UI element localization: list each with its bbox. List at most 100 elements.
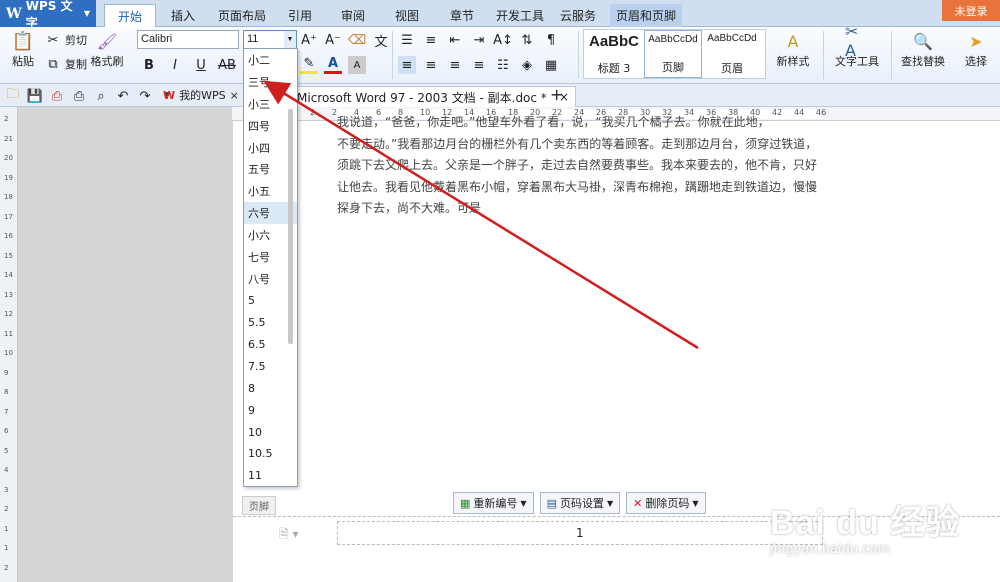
dropdown-scrollbar[interactable] xyxy=(288,109,293,344)
document-tab[interactable]: Microsoft Word 97 - 2003 文档 - 副本.doc * × xyxy=(290,86,576,107)
font-size-dropdown[interactable]: 小二 三号 小三 四号 小四 五号 小五 六号 小六 七号 八号 5 5.5 6.5 7.5 8 9 10 10.5… xyxy=(243,48,298,487)
print-icon[interactable]: ⎙ xyxy=(70,87,88,105)
ruler-mark: 19 xyxy=(4,173,13,182)
font-size-option[interactable]: 9 xyxy=(244,399,297,421)
tab-header-footer[interactable]: 页眉和页脚 xyxy=(610,4,682,27)
list-group: ☰ ≡ ⇤ ⇥ A↕ ⇅ ¶ xyxy=(398,31,560,49)
font-name-select[interactable]: Calibri xyxy=(137,30,239,49)
align-group: ≡ ≡ ≡ ≡ ☷ ◈ ▦ xyxy=(398,56,560,74)
close-icon[interactable]: × xyxy=(230,89,239,102)
numbered-list-icon[interactable]: ≡ xyxy=(422,31,440,49)
my-wps-label: 我的WPS xyxy=(179,89,226,102)
undo-icon[interactable]: ↶ xyxy=(114,87,132,105)
font-color-icon[interactable]: A xyxy=(324,56,342,74)
renumber-label: 重新编号 xyxy=(473,497,518,510)
ruler-mark: 1 xyxy=(4,544,9,552)
highlight-group: ✎ A A xyxy=(300,56,366,74)
strikethrough-icon[interactable]: AB xyxy=(218,56,236,74)
divider xyxy=(891,31,892,79)
format-painter-button[interactable]: 🖌 格式刷 xyxy=(90,29,124,69)
renumber-button[interactable]: ▦ 重新编号 ▼ xyxy=(453,492,534,514)
char-shading-icon[interactable]: A xyxy=(348,56,366,74)
font-size-option[interactable]: 10.5 xyxy=(244,443,297,465)
ruler-mark: 17 xyxy=(4,212,13,221)
outdent-icon[interactable]: ⇤ xyxy=(446,31,464,49)
style-header[interactable]: AaBbCcDd 页眉 xyxy=(702,30,762,78)
page-setup-button[interactable]: ▤ 页码设置 ▼ xyxy=(539,492,621,514)
find-replace-button[interactable]: 🔍 查找替换 xyxy=(897,29,949,69)
copy-button[interactable]: ⧉ 复制 xyxy=(44,55,87,73)
tab-insert[interactable]: 插入 xyxy=(161,4,205,27)
highlight-icon[interactable]: ✎ xyxy=(300,56,318,74)
italic-icon[interactable]: I xyxy=(166,56,184,74)
login-button[interactable]: 未登录 xyxy=(942,0,1000,21)
clear-format-icon[interactable]: ⌫ xyxy=(348,31,366,49)
align-left-icon[interactable]: ≡ xyxy=(398,56,416,74)
my-wps-tab[interactable]: W 我的WPS × xyxy=(163,87,239,103)
shading-icon[interactable]: ◈ xyxy=(518,56,536,74)
vertical-ruler: 2 21 20 19 18 17 16 15 14 13 12 11 10 9 8 7 6 5 4 3 2 1 1 2 xyxy=(0,107,18,582)
delete-page-number-button[interactable]: ✕ 删除页码 ▼ xyxy=(626,492,706,514)
text-direction-icon[interactable]: A↕ xyxy=(493,31,513,49)
tab-references[interactable]: 引用 xyxy=(278,4,322,27)
export-pdf-icon[interactable]: ⎙ xyxy=(48,87,66,105)
phonetic-icon[interactable]: 文 xyxy=(372,31,390,50)
page-number-box[interactable]: 1 xyxy=(337,521,823,545)
select-button[interactable]: ➤ 选择 xyxy=(956,29,996,69)
tab-page-layout[interactable]: 页面布局 xyxy=(211,4,273,27)
tab-home[interactable]: 开始 xyxy=(104,4,156,28)
open-folder-icon[interactable]: 🗀 xyxy=(4,87,22,105)
font-size-option[interactable]: 三号 xyxy=(244,71,297,93)
app-menu-button[interactable]: W WPS 文字 ▼ xyxy=(0,0,96,30)
font-size-option[interactable]: 7.5 xyxy=(244,355,297,377)
show-marks-icon[interactable]: ¶ xyxy=(542,31,560,49)
indent-icon[interactable]: ⇥ xyxy=(470,31,488,49)
style-name: 页脚 xyxy=(662,61,684,74)
ruler-mark: 20 xyxy=(4,154,13,162)
justify-icon[interactable]: ≡ xyxy=(470,56,488,74)
tab-cloud[interactable]: 云服务 xyxy=(556,4,600,27)
chevron-down-icon: ▼ xyxy=(606,498,614,508)
text-line: 让他去。我看见他戴着黑布小帽，穿着黑布大马褂，深青布棉袍，蹒跚地走到铁道边，慢慢 xyxy=(337,179,818,194)
ruler-mark: 12 xyxy=(4,310,13,318)
page-setup-icon: ▤ xyxy=(546,496,557,510)
paste-button[interactable]: 📋 粘贴 xyxy=(6,29,40,69)
print-preview-icon[interactable]: ⌕ xyxy=(92,87,110,105)
wps-logo-icon: W xyxy=(163,88,176,102)
font-size-option[interactable]: 小二 xyxy=(244,49,297,71)
tab-developer[interactable]: 开发工具 xyxy=(492,4,548,27)
underline-icon[interactable]: U xyxy=(192,56,210,74)
font-size-option[interactable]: 10 xyxy=(244,421,297,443)
new-style-button[interactable]: A 新样式 xyxy=(768,29,818,69)
font-size-option[interactable]: 8 xyxy=(244,377,297,399)
bold-icon[interactable]: B xyxy=(140,56,158,74)
tab-view[interactable]: 视图 xyxy=(385,4,429,27)
style-name: 页眉 xyxy=(721,62,743,75)
bullet-list-icon[interactable]: ☰ xyxy=(398,31,416,49)
style-footer[interactable]: AaBbCcDd 页脚 xyxy=(644,30,702,78)
grow-font-icon[interactable]: A⁺ xyxy=(300,31,318,49)
tab-chapter[interactable]: 章节 xyxy=(440,4,484,27)
document-icon[interactable]: 🗎 ▾ xyxy=(279,525,299,546)
font-size-option[interactable]: 11 xyxy=(244,465,297,486)
new-tab-icon[interactable]: + xyxy=(550,85,563,104)
font-size-select[interactable]: 11 ▼ xyxy=(243,30,297,49)
ruler-mark: 3 xyxy=(4,485,9,494)
text-tool-button[interactable]: ✂A 文字工具 xyxy=(828,22,886,69)
distribute-icon[interactable]: ☷ xyxy=(494,56,512,74)
borders-icon[interactable]: ▦ xyxy=(542,56,560,74)
style-heading3[interactable]: AaBbC 标题 3 xyxy=(584,30,644,78)
shrink-font-icon[interactable]: A⁻ xyxy=(324,31,342,49)
align-center-icon[interactable]: ≡ xyxy=(422,56,440,74)
tab-review[interactable]: 审阅 xyxy=(331,4,375,27)
cut-button[interactable]: ✂ 剪切 xyxy=(44,31,87,49)
save-icon[interactable]: 💾 xyxy=(26,87,44,105)
body-text[interactable]: 我说道，“爸爸，你走吧。”他望车外看了看，说，“我买几个橘子去。你就在此地， 不… xyxy=(337,115,823,220)
redo-icon[interactable]: ↷ xyxy=(136,87,154,105)
quick-actions: 🗀 💾 ⎙ ⎙ ⌕ ↶ ↷ ▼ xyxy=(4,87,176,105)
style-gallery: AaBbC 标题 3 AaBbCcDd 页脚 AaBbCcDd 页眉 xyxy=(583,29,766,79)
divider xyxy=(823,31,824,79)
sort-icon[interactable]: ⇅ xyxy=(518,31,536,49)
chevron-down-icon[interactable]: ▼ xyxy=(284,31,296,48)
align-right-icon[interactable]: ≡ xyxy=(446,56,464,74)
